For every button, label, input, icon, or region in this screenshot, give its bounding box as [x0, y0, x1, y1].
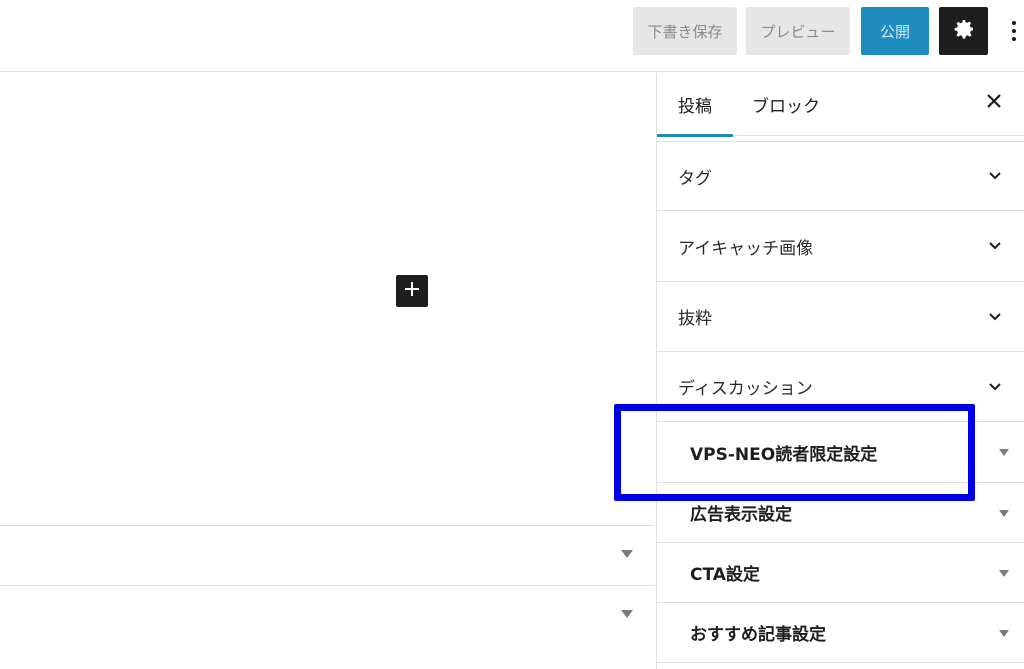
panel-label: 抜粋 — [678, 309, 712, 329]
triangle-down-icon — [999, 449, 1009, 456]
panel-label: タグ — [678, 168, 712, 189]
metabox-label: CTA設定 — [690, 565, 760, 585]
panel-label: アイキャッチ画像 — [678, 238, 814, 259]
save-draft-button[interactable]: 下書き保存 — [633, 7, 737, 55]
editor-metabox-row[interactable] — [0, 525, 655, 585]
close-sidebar-button[interactable] — [983, 92, 1005, 114]
metabox-ad-display-settings[interactable]: 広告表示設定 — [657, 483, 1024, 543]
publish-button[interactable]: 公開 — [861, 7, 929, 55]
metabox-recommended-posts-settings[interactable]: おすすめ記事設定 — [657, 603, 1024, 663]
metabox-label: 広告表示設定 — [690, 505, 792, 525]
panel-featured-image[interactable]: アイキャッチ画像 — [657, 211, 1024, 282]
chevron-down-icon — [989, 172, 1001, 180]
chevron-down-icon — [989, 312, 1001, 320]
panel-discussion[interactable]: ディスカッション — [657, 352, 1024, 422]
panel-label: ディスカッション — [678, 379, 813, 399]
close-icon — [986, 93, 1002, 113]
metabox-vps-neo-reader-settings[interactable]: VPS-NEO読者限定設定 — [657, 422, 1024, 483]
panel-tags[interactable]: タグ — [657, 141, 1024, 211]
metabox-label: おすすめ記事設定 — [690, 625, 826, 645]
triangle-down-icon — [999, 629, 1009, 637]
triangle-down-icon — [999, 569, 1009, 577]
triangle-down-icon — [999, 509, 1009, 517]
block-inserter-button[interactable] — [396, 275, 428, 307]
tab-post[interactable]: 投稿 — [657, 73, 733, 137]
more-vertical-icon — [1012, 21, 1016, 41]
metabox-label: VPS-NEO読者限定設定 — [690, 444, 878, 465]
editor-canvas[interactable] — [0, 73, 655, 669]
triangle-down-icon — [621, 550, 633, 558]
editor-header: 下書き保存 プレビュー 公開 — [0, 0, 1024, 72]
tab-block[interactable]: ブロック — [752, 73, 820, 136]
editor-metabox-row[interactable] — [0, 585, 655, 645]
gear-icon — [952, 17, 976, 45]
more-options-button[interactable] — [1004, 7, 1024, 55]
triangle-down-icon — [621, 610, 633, 618]
settings-button[interactable] — [939, 7, 988, 55]
preview-button[interactable]: プレビュー — [746, 7, 850, 55]
metabox-cta-settings[interactable]: CTA設定 — [657, 543, 1024, 603]
plus-icon — [403, 280, 421, 302]
panel-excerpt[interactable]: 抜粋 — [657, 282, 1024, 352]
chevron-down-icon — [989, 382, 1001, 390]
settings-sidebar: 投稿 ブロック タグ アイキャッチ画像 抜粋 ディスカッション VPS-NEO読… — [656, 73, 1024, 669]
chevron-down-icon — [989, 242, 1001, 250]
sidebar-tabs: 投稿 ブロック — [657, 73, 1024, 137]
